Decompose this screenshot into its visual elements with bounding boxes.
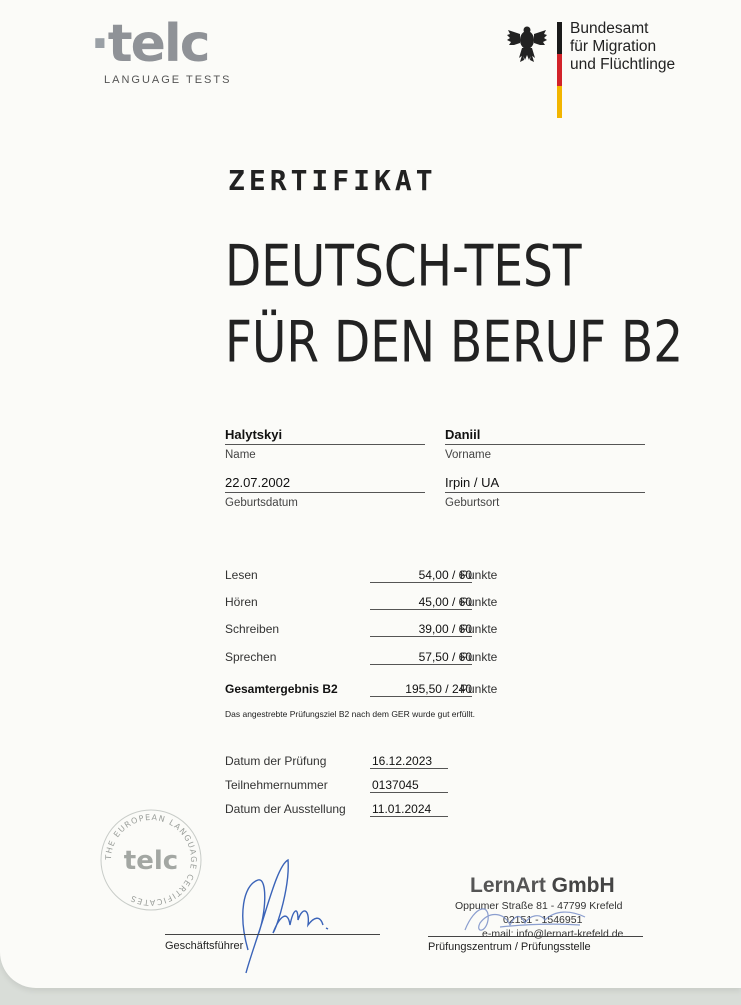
telc-embossed-seal: THE EUROPEAN LANGUAGE CERTIFICATES telc [100, 809, 202, 911]
geburtsdatum-value: 22.07.2002 [225, 475, 425, 493]
bamf-logo: Bundesamt für Migration und Flüchtlinge [505, 18, 705, 118]
geburtsort-value: Irpin / UA [445, 475, 645, 493]
vorname-value: Daniil [445, 427, 645, 445]
center-signature [464, 908, 586, 931]
german-flag-bar [557, 22, 562, 118]
telc-logo: ·telc LANGUAGE TESTS [90, 14, 229, 94]
certificate-page: ·telc LANGUAGE TESTS Bundesamt für Migra… [0, 0, 741, 988]
vorname-label: Vorname [445, 449, 492, 461]
bamf-name: Bundesamt für Migration und Flüchtlinge [570, 20, 676, 73]
name-label: Name [225, 449, 256, 461]
geburtsort-label: Geburtsort [445, 497, 500, 509]
telc-logo-wordmark: ·telc [90, 14, 211, 74]
vorname-field: Daniil Vorname [445, 427, 645, 461]
score-row-total: Gesamtergebnis B2 195,50 / 240 Punkte [225, 682, 498, 697]
seal-center-text: telc [124, 846, 178, 876]
geburtsdatum-field: 22.07.2002 Geburtsdatum [225, 475, 425, 509]
director-signature-line [165, 934, 380, 935]
federal-eagle-icon [507, 26, 547, 62]
geburtsort-field: Irpin / UA Geburtsort [445, 475, 645, 509]
name-value: Halytskyi [225, 427, 425, 445]
exam-title-line1: DEUTSCH-TEST [225, 233, 582, 301]
director-label: Geschäftsführer [165, 940, 244, 952]
date-row-pruefung: Datum der Prüfung 16.12.2023 [225, 754, 465, 772]
score-row-lesen: Lesen 54,00 / 60 Punkte [225, 568, 498, 583]
result-note: Das angestrebte Prüfungsziel B2 nach dem… [225, 709, 475, 719]
date-row-teilnehmer: Teilnehmernummer 0137045 [225, 778, 465, 796]
score-row-hoeren: Hören 45,00 / 60 Punkte [225, 595, 498, 610]
date-row-ausstellung: Datum der Ausstellung 11.01.2024 [225, 802, 465, 820]
center-signature-line [428, 936, 643, 937]
score-row-schreiben: Schreiben 39,00 / 60 Punkte [225, 622, 498, 637]
certificate-kind: ZERTIFIKAT [228, 164, 437, 197]
score-row-sprechen: Sprechen 57,50 / 60 Punkte [225, 650, 498, 665]
geburtsdatum-label: Geburtsdatum [225, 497, 298, 509]
center-label: Prüfungszentrum / Prüfungsstelle [428, 941, 591, 953]
telc-logo-subtitle: LANGUAGE TESTS [104, 74, 232, 86]
name-field: Halytskyi Name [225, 427, 425, 461]
director-signature [242, 858, 329, 974]
exam-title-line2: FÜR DEN BERUF B2 [225, 309, 684, 377]
